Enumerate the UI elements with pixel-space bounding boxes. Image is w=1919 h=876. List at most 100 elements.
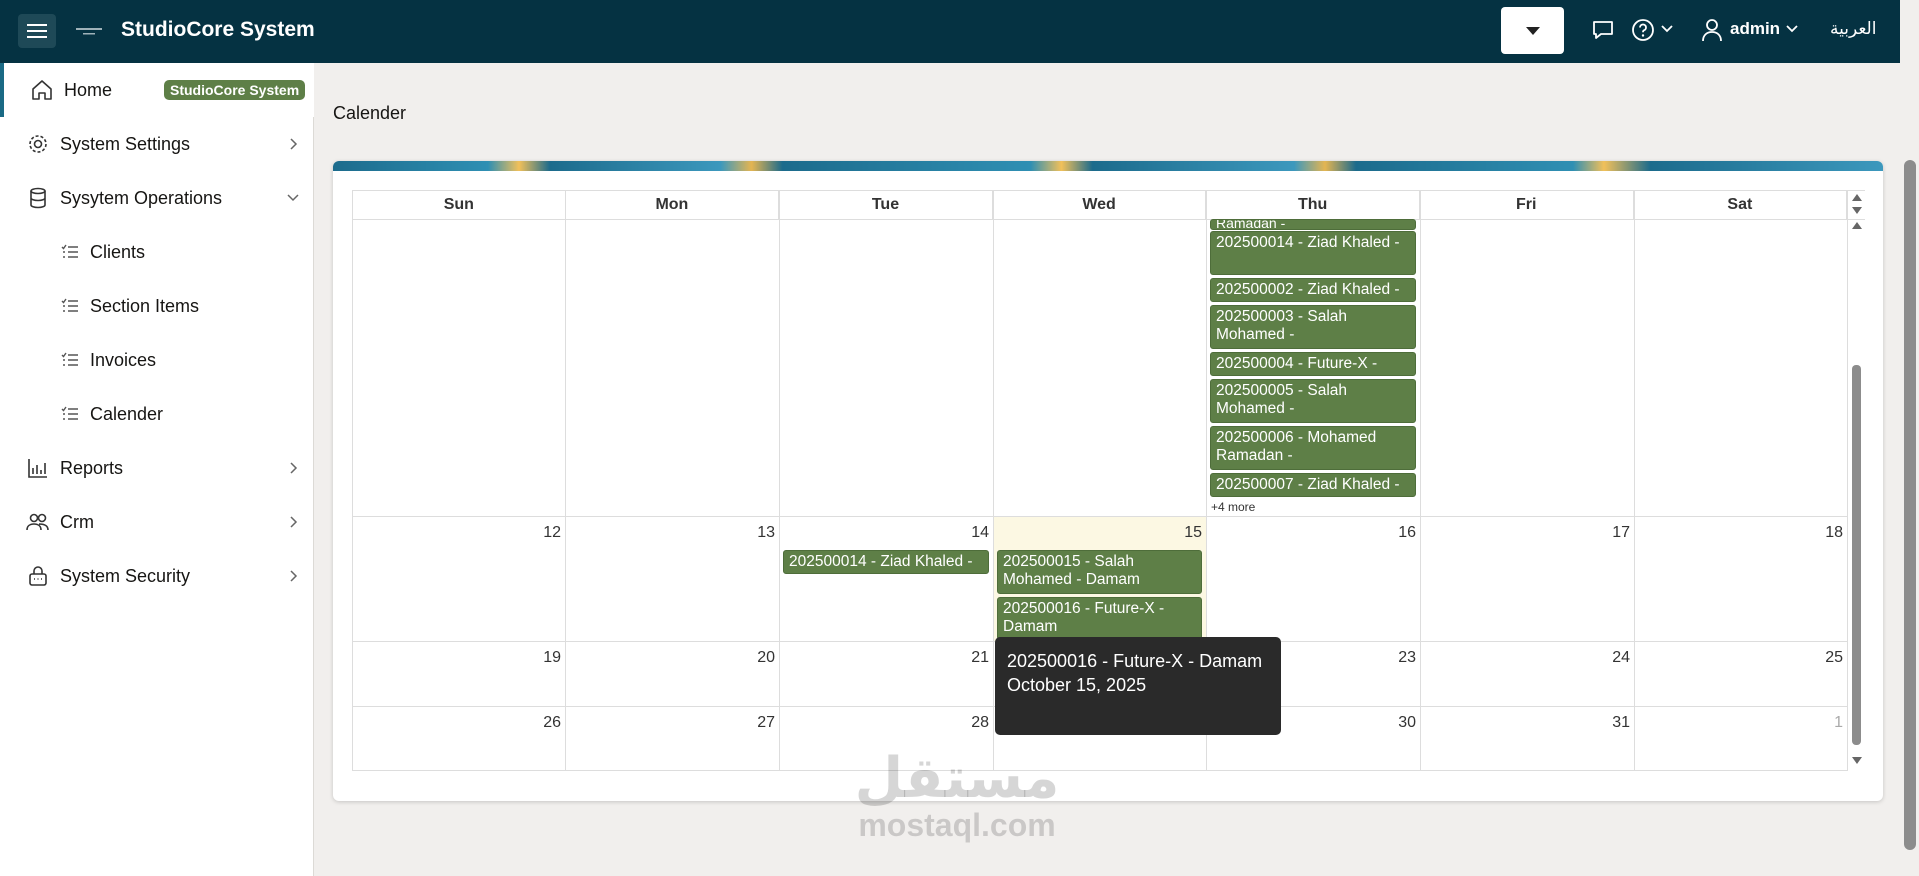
watermark-arabic: مستقل — [854, 746, 1060, 809]
more-events-link[interactable]: +4 more — [1211, 500, 1255, 514]
scroll-up-icon[interactable] — [1851, 192, 1863, 202]
header-dropdown-button[interactable] — [1501, 7, 1564, 54]
day-number: 16 — [1398, 524, 1416, 541]
sidebar-item-label: System Settings — [60, 133, 191, 154]
sidebar-item-label: System Security — [60, 565, 191, 586]
sidebar-item-label: Invoices — [90, 349, 157, 370]
tooltip-date: October 15, 2025 — [1007, 675, 1147, 695]
sidebar-item-calender[interactable]: Calender — [0, 387, 314, 441]
user-menu-label[interactable]: admin — [1730, 19, 1780, 39]
list-icon — [61, 244, 78, 258]
scroll-down-icon[interactable] — [1851, 206, 1863, 216]
sidebar-item-label: Home — [64, 79, 113, 100]
calendar-event[interactable]: 202500002 - Ziad Khaled - — [1210, 278, 1416, 302]
home-badge: StudioCore System — [164, 80, 306, 100]
calendar-event[interactable]: Ramadan - — [1210, 219, 1416, 230]
sidebar-item-label: Crm — [60, 511, 94, 532]
list-icon — [61, 352, 78, 366]
day-number: 12 — [543, 524, 561, 541]
day-number: 19 — [543, 649, 561, 666]
page-title: Calender — [333, 103, 407, 123]
chevron-down-icon[interactable] — [1660, 22, 1674, 36]
sidebar-item-label: Clients — [90, 241, 146, 262]
day-number: 26 — [543, 714, 561, 731]
app-logo-icon — [76, 28, 102, 35]
weekday-label: Mon — [566, 191, 780, 219]
day-number: 27 — [757, 714, 775, 731]
page-scrollbar[interactable] — [1904, 160, 1916, 850]
weekday-label: Sun — [352, 191, 566, 219]
scrollbar-thumb[interactable] — [1852, 365, 1861, 745]
weekday-label: Fri — [1420, 191, 1634, 219]
day-number: 17 — [1612, 524, 1630, 541]
weekday-label: Thu — [1206, 191, 1420, 219]
sidebar-item-label: Section Items — [90, 295, 200, 316]
app-title: StudioCore System — [121, 18, 315, 41]
menu-toggle-button[interactable] — [18, 14, 56, 48]
help-icon[interactable] — [1630, 17, 1658, 45]
calendar-event[interactable]: 202500014 - Ziad Khaled - — [1210, 231, 1416, 275]
day-number: 1 — [1834, 714, 1843, 731]
day-number: 24 — [1612, 649, 1630, 666]
gear-icon — [29, 135, 47, 153]
user-icon[interactable] — [1700, 17, 1724, 43]
watermark: مستقل mostaql.com — [842, 746, 1072, 843]
sidebar-item-system-settings[interactable]: System Settings — [0, 117, 314, 171]
chevron-right-icon — [290, 138, 298, 150]
chat-icon[interactable] — [1590, 17, 1616, 43]
weekday-label: Tue — [779, 191, 993, 219]
day-number: 13 — [757, 524, 775, 541]
weekday-header: Sun Mon Tue Wed Thu Fri Sat — [352, 190, 1865, 220]
user-chevron-down-icon[interactable] — [1785, 22, 1799, 36]
sidebar-item-clients[interactable]: Clients — [0, 225, 314, 279]
calendar-event[interactable]: 202500014 - Ziad Khaled - — [783, 550, 989, 574]
day-number: 25 — [1825, 649, 1843, 666]
weekday-label: Sat — [1634, 191, 1848, 219]
calendar-event[interactable]: 202500003 - Salah Mohamed - — [1210, 305, 1416, 349]
bar-chart-icon — [28, 459, 47, 478]
scroll-down-icon[interactable] — [1851, 756, 1863, 766]
lock-icon — [29, 566, 47, 586]
calendar-event[interactable]: 202500005 - Salah Mohamed - — [1210, 379, 1416, 423]
chevron-down-icon — [287, 194, 299, 202]
sidebar-item-invoices[interactable]: Invoices — [0, 333, 314, 387]
calendar-scrollbar[interactable] — [1848, 190, 1865, 770]
decorative-banner — [333, 161, 1883, 171]
sidebar: Home StudioCore System System Settings S… — [0, 63, 314, 876]
day-number: 21 — [971, 649, 989, 666]
top-header: StudioCore System admin العربية — [0, 0, 1900, 63]
sidebar-item-label: Reports — [60, 457, 124, 478]
day-number: 30 — [1398, 714, 1416, 731]
sidebar-item-reports[interactable]: Reports — [0, 441, 314, 495]
day-number: 23 — [1398, 649, 1416, 666]
sidebar-item-system-security[interactable]: System Security — [0, 549, 314, 603]
chevron-right-icon — [290, 570, 298, 582]
calendar-event[interactable]: 202500006 - Mohamed Ramadan - — [1210, 426, 1416, 470]
sidebar-item-crm[interactable]: Crm — [0, 495, 314, 549]
sidebar-item-system-operations[interactable]: Sysytem Operations — [0, 171, 314, 225]
list-icon — [61, 298, 78, 312]
calendar-event[interactable]: 202500007 - Ziad Khaled - — [1210, 473, 1416, 497]
day-number: 28 — [971, 714, 989, 731]
sidebar-item-section-items[interactable]: Section Items — [0, 279, 314, 333]
day-number: 15 — [1184, 524, 1202, 541]
calendar-event[interactable]: 202500015 - Salah Mohamed - Damam — [997, 550, 1202, 594]
day-number: 31 — [1612, 714, 1630, 731]
language-switch-link[interactable]: العربية — [1830, 19, 1876, 39]
day-number: 20 — [757, 649, 775, 666]
calendar-event[interactable]: 202500016 - Future-X - Damam — [997, 597, 1202, 640]
calendar-event[interactable]: 202500004 - Future-X - — [1210, 352, 1416, 376]
watermark-latin: mostaql.com — [858, 807, 1056, 843]
sidebar-item-label: Sysytem Operations — [60, 187, 223, 208]
chevron-right-icon — [290, 462, 298, 474]
list-icon — [61, 406, 78, 420]
home-icon — [32, 80, 52, 100]
day-number: 18 — [1825, 524, 1843, 541]
sidebar-item-home[interactable]: Home StudioCore System — [0, 63, 314, 117]
users-icon — [26, 513, 49, 531]
chevron-right-icon — [290, 516, 298, 528]
day-number: 14 — [971, 524, 989, 541]
scroll-up-icon[interactable] — [1851, 220, 1863, 230]
tooltip-title: 202500016 - Future-X - Damam — [1007, 651, 1263, 671]
sidebar-item-label: Calender — [90, 403, 164, 424]
